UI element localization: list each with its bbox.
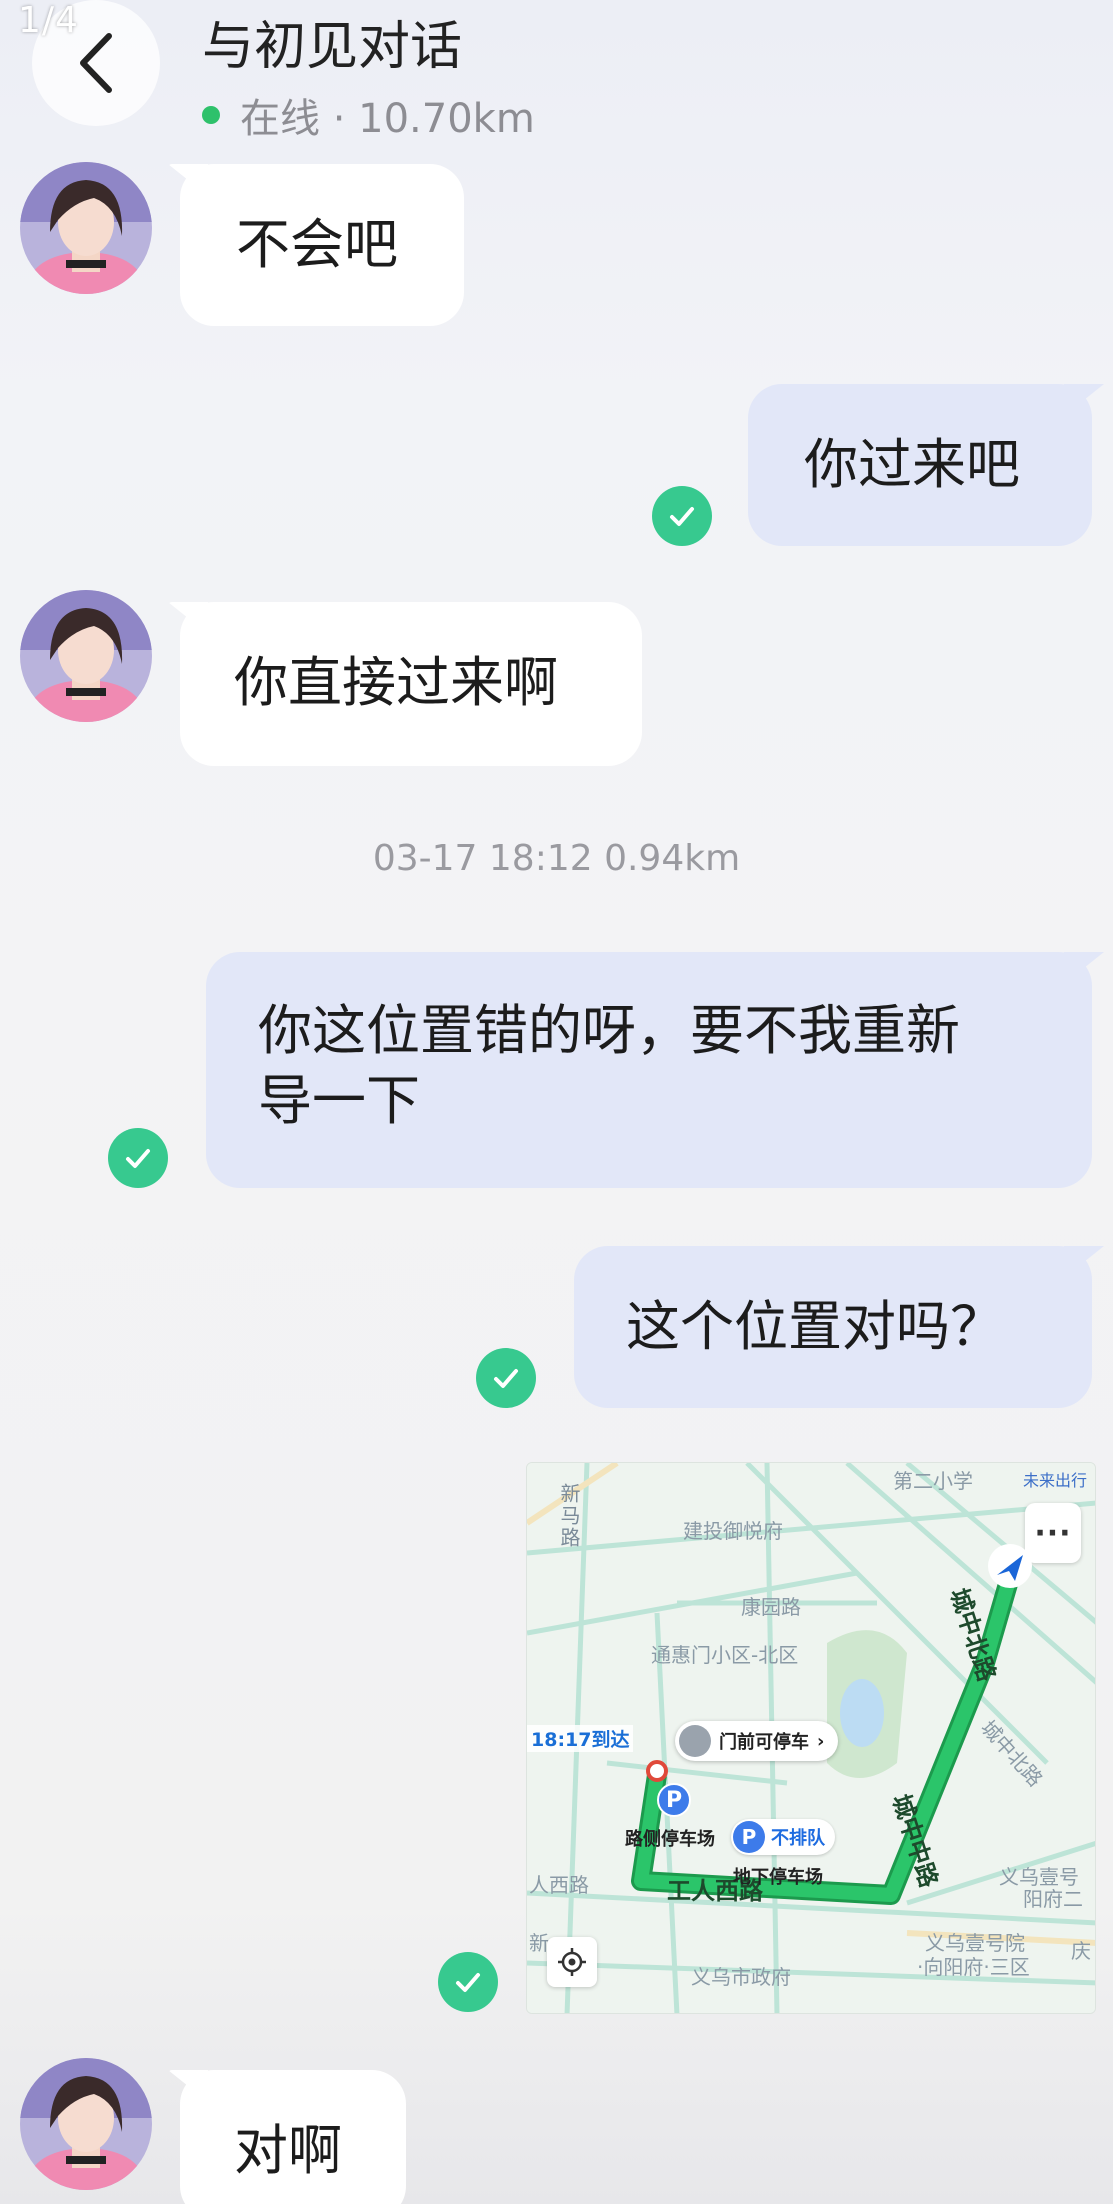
chat-title: 与初见对话 bbox=[202, 17, 463, 77]
avatar[interactable] bbox=[20, 2058, 152, 2190]
locate-icon bbox=[558, 1948, 586, 1976]
message-bubble-incoming[interactable]: 不会吧 bbox=[180, 164, 464, 326]
chat-screen: 1/4 与初见对话 在线 · 10.70km 不会吧 你过来吧 你直接过来啊 0… bbox=[0, 0, 1113, 2204]
navigation-arrow-icon bbox=[988, 1544, 1032, 1588]
message-text: 你过来吧 bbox=[804, 433, 1020, 496]
online-indicator bbox=[202, 106, 220, 124]
status-row: 在线 · 10.70km bbox=[202, 86, 535, 144]
map-label: 通惠门小区-北区 bbox=[651, 1643, 799, 1667]
eta-label: 18:17到达 bbox=[527, 1725, 634, 1752]
map-label: 义乌市政府 bbox=[691, 1965, 791, 1989]
check-circle-icon bbox=[652, 486, 712, 546]
map-label: 阳府二 bbox=[1023, 1887, 1083, 1911]
map-label: 人西路 bbox=[529, 1873, 589, 1897]
message-text: 对啊 bbox=[234, 2119, 342, 2182]
message-bubble-outgoing[interactable]: 你这位置错的呀，要不我重新 导一下 bbox=[206, 952, 1092, 1188]
no-queue-text: 不排队 bbox=[771, 1828, 825, 1849]
map-label: 新 bbox=[529, 1931, 549, 1955]
parking-thumbnail bbox=[679, 1725, 711, 1757]
map-label: 第二小学 bbox=[893, 1469, 973, 1493]
parking-hint-tag[interactable]: 门前可停车 › bbox=[675, 1721, 839, 1761]
message-bubble-incoming[interactable]: 你直接过来啊 bbox=[180, 602, 642, 766]
message-text: 不会吧 bbox=[236, 213, 398, 276]
map-label: ·向阳府·三区 bbox=[917, 1955, 1030, 1979]
parking-icon: P bbox=[733, 1821, 765, 1853]
message-text-line1: 你这位置错的呀，要不我重新 bbox=[258, 999, 960, 1062]
message-bubble-incoming[interactable]: 对啊 bbox=[180, 2070, 406, 2204]
message-text: 你直接过来啊 bbox=[234, 651, 558, 714]
parking-icon: P bbox=[657, 1783, 691, 1817]
parking-hint-text: 门前可停车 bbox=[719, 1732, 809, 1753]
map-label: 建投御悦府 bbox=[683, 1519, 783, 1543]
map-label: 庆 bbox=[1071, 1939, 1091, 1963]
parking-label: 地下停车场 bbox=[733, 1867, 823, 1888]
check-circle-icon bbox=[476, 1348, 536, 1408]
map-screenshot-message[interactable]: 第二小学 未来出行 新马路 建投御悦府 康园路 通惠门小区-北区 城中北路 城中… bbox=[526, 1462, 1096, 2014]
map-label: 康园路 bbox=[741, 1595, 801, 1619]
map-label: 未来出行 bbox=[1023, 1471, 1088, 1490]
avatar[interactable] bbox=[20, 162, 152, 294]
message-text: 这个位置对吗？ bbox=[626, 1295, 1004, 1358]
message-timestamp: 03-17 18:12 0.94km bbox=[372, 838, 741, 879]
map-label: 新马路 bbox=[557, 1483, 581, 1549]
check-circle-icon bbox=[108, 1128, 168, 1188]
message-bubble-outgoing[interactable]: 你过来吧 bbox=[748, 384, 1092, 546]
chevron-right-icon: › bbox=[817, 1730, 825, 1752]
status-text: 在线 · 10.70km bbox=[240, 96, 535, 142]
parking-label: 路侧停车场 bbox=[625, 1829, 715, 1850]
avatar[interactable] bbox=[20, 590, 152, 722]
page-counter: 1/4 bbox=[18, 0, 79, 41]
no-queue-tag: P 不排队 bbox=[731, 1819, 835, 1855]
locate-button[interactable] bbox=[547, 1937, 597, 1987]
message-bubble-outgoing[interactable]: 这个位置对吗？ bbox=[574, 1246, 1092, 1408]
message-text-line2: 导一下 bbox=[258, 1069, 420, 1132]
check-circle-icon bbox=[438, 1952, 498, 2012]
